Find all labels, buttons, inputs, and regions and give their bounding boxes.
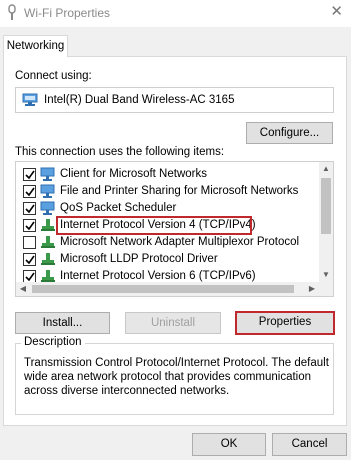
description-text: Transmission Control Protocol/Internet P…	[24, 357, 329, 397]
checkbox[interactable]	[23, 253, 36, 266]
items-label: This connection uses the following items…	[15, 146, 225, 158]
item-label: Internet Protocol Version 6 (TCP/IPv6)	[60, 270, 256, 282]
item-label: Client for Microsoft Networks	[60, 168, 207, 180]
scroll-right-icon[interactable]: ▶	[305, 282, 319, 296]
checkbox[interactable]	[23, 219, 36, 232]
item-label: Internet Protocol Version 4 (TCP/IPv4)	[60, 219, 256, 231]
list-item[interactable]: File and Printer Sharing for Microsoft N…	[16, 183, 321, 200]
title-bar: Wi-Fi Properties ✕	[0, 0, 351, 27]
network-service-icon	[40, 201, 55, 215]
vertical-scrollbar[interactable]: ▲ ▼	[319, 162, 333, 282]
components-list[interactable]: Client for Microsoft Networks File and P…	[15, 161, 334, 297]
checkbox[interactable]	[23, 202, 36, 215]
list-item-ipv4[interactable]: Internet Protocol Version 4 (TCP/IPv4)	[16, 216, 321, 235]
network-protocol-icon	[41, 219, 55, 231]
network-protocol-icon	[41, 236, 55, 248]
install-button[interactable]: Install...	[15, 312, 110, 334]
networking-panel: Connect using: Intel(R) Dual Band Wirele…	[3, 56, 347, 426]
description-legend: Description	[21, 336, 85, 348]
item-label: Microsoft LLDP Protocol Driver	[60, 253, 218, 265]
item-label: Microsoft Network Adapter Multiplexor Pr…	[60, 236, 300, 248]
list-item[interactable]: QoS Packet Scheduler	[16, 200, 321, 217]
scroll-up-icon[interactable]: ▲	[319, 162, 333, 176]
scroll-down-icon[interactable]: ▼	[319, 268, 333, 282]
adapter-name: Intel(R) Dual Band Wireless-AC 3165	[44, 94, 235, 106]
connect-using-label: Connect using:	[15, 70, 92, 82]
list-item[interactable]: Microsoft Network Adapter Multiplexor Pr…	[16, 234, 321, 251]
uninstall-button[interactable]: Uninstall	[125, 312, 221, 334]
scroll-thumb[interactable]	[321, 178, 331, 234]
horizontal-scrollbar[interactable]: ◀ ▶	[16, 282, 333, 296]
checkbox[interactable]	[23, 185, 36, 198]
network-service-icon	[40, 184, 55, 198]
tab-networking[interactable]: Networking	[3, 35, 68, 57]
close-icon[interactable]: ✕	[330, 3, 343, 21]
network-protocol-icon	[41, 253, 55, 265]
properties-button[interactable]: Properties	[235, 311, 335, 335]
window-title: Wi-Fi Properties	[24, 6, 111, 20]
list-item[interactable]: Microsoft LLDP Protocol Driver	[16, 251, 321, 268]
cancel-button[interactable]: Cancel	[272, 433, 347, 456]
network-client-icon	[40, 167, 55, 181]
item-label: File and Printer Sharing for Microsoft N…	[60, 185, 299, 197]
checkbox[interactable]	[23, 236, 36, 249]
scroll-left-icon[interactable]: ◀	[16, 282, 30, 296]
adapter-field: Intel(R) Dual Band Wireless-AC 3165	[15, 87, 334, 113]
wifi-adapter-icon	[8, 4, 16, 20]
scroll-thumb[interactable]	[32, 285, 294, 293]
scroll-corner	[319, 282, 333, 296]
ok-button[interactable]: OK	[192, 433, 266, 456]
item-label: QoS Packet Scheduler	[60, 202, 177, 214]
configure-button[interactable]: Configure...	[246, 122, 333, 144]
description-group: Description Transmission Control Protoco…	[15, 336, 334, 415]
network-adapter-icon	[22, 93, 38, 106]
list-item[interactable]: Client for Microsoft Networks	[16, 166, 321, 183]
checkbox[interactable]	[23, 168, 36, 181]
